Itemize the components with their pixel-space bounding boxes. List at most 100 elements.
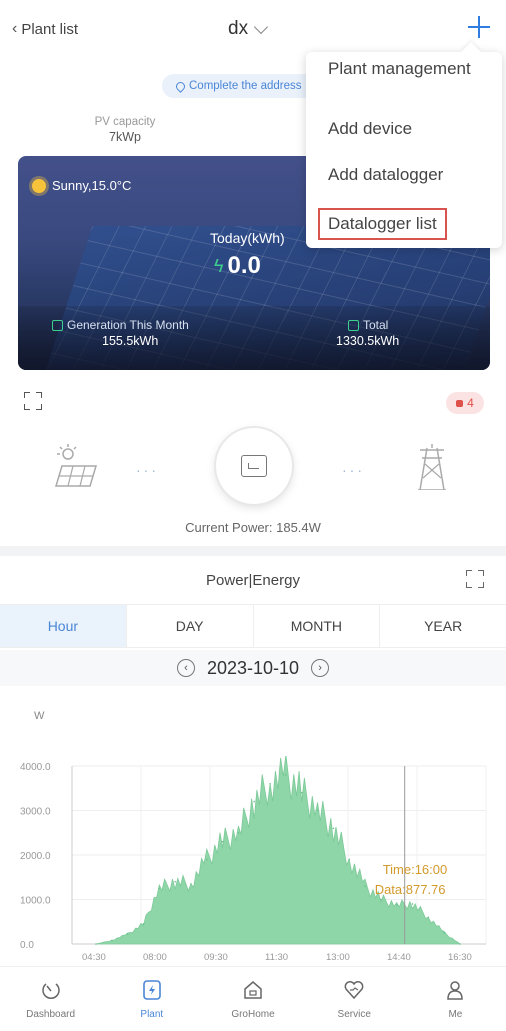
- solar-panel-icon: [54, 444, 98, 487]
- data-point: [126, 933, 129, 936]
- weather: Sunny,15.0°C: [32, 178, 131, 193]
- menu-item-add-device[interactable]: Add device: [328, 118, 412, 140]
- data-point: [221, 840, 224, 843]
- flow-dots-right: ···: [342, 462, 365, 478]
- bolt-icon: ϟ: [214, 255, 224, 276]
- tooltip-value: Data:877.76: [375, 882, 446, 897]
- menu-item-add-datalogger[interactable]: Add datalogger: [328, 164, 443, 186]
- home-icon: [244, 980, 262, 999]
- plant-selector[interactable]: dx: [228, 18, 269, 40]
- data-point: [380, 898, 382, 901]
- next-date-button[interactable]: ›: [311, 659, 330, 677]
- month-generation-label: Generation This Month: [52, 318, 189, 332]
- month-generation-value: 155.5kWh: [102, 334, 159, 348]
- chart-unit-label: W: [34, 710, 45, 722]
- menu-item-datalogger-list[interactable]: Datalogger list: [318, 208, 447, 240]
- expand-icon[interactable]: [24, 392, 42, 410]
- data-point: [332, 827, 335, 830]
- tooltip-time: Time:16:00: [383, 862, 448, 877]
- selected-date[interactable]: 2023-10-10: [207, 658, 299, 679]
- plant-name: dx: [228, 18, 249, 39]
- data-point: [111, 939, 113, 942]
- roof-shade: [18, 306, 490, 370]
- y-tick-label: 0.0: [20, 940, 34, 951]
- dashboard-icon: [41, 982, 60, 999]
- x-tick-label: 04:30: [82, 952, 106, 963]
- today-value-text: 0.0: [227, 252, 261, 279]
- y-tick-label: 4000.0: [20, 762, 51, 773]
- tab-day[interactable]: DAY: [127, 605, 254, 647]
- section-divider: [0, 546, 506, 556]
- sun-icon: [32, 178, 46, 193]
- area-series: [95, 756, 462, 945]
- pv-capacity-label: PV capacity: [94, 116, 156, 128]
- nav-plant[interactable]: Plant: [101, 967, 202, 1031]
- data-point: [395, 904, 398, 906]
- nav-label: GroHome: [231, 1008, 275, 1020]
- data-point: [459, 943, 461, 945]
- period-tabs: Hour DAY MONTH YEAR: [0, 604, 506, 648]
- alarm-icon: [456, 399, 464, 407]
- y-tick-label: 1000.0: [20, 896, 51, 907]
- data-point: [95, 943, 97, 945]
- data-point: [364, 885, 366, 887]
- nav-service[interactable]: Service: [304, 967, 405, 1031]
- inverter-icon: [241, 455, 267, 477]
- pv-capacity-value: 7kWp: [109, 130, 141, 144]
- menu-item-plant-management[interactable]: Plant management: [328, 58, 488, 80]
- x-tick-label: 13:00: [326, 952, 350, 963]
- data-point: [316, 809, 319, 812]
- nav-label: Dashboard: [26, 1008, 76, 1020]
- alarm-badge[interactable]: 4: [446, 392, 484, 414]
- bottom-nav: Dashboard Plant GroHome Service Me: [0, 966, 506, 1031]
- tab-hour[interactable]: Hour: [0, 605, 127, 647]
- chart-expand-icon[interactable]: [466, 570, 484, 588]
- back-label: Plant list: [21, 20, 79, 38]
- data-point: [411, 903, 414, 905]
- alarm-count: 4: [467, 396, 474, 410]
- data-point: [300, 791, 303, 794]
- data-point: [142, 923, 145, 925]
- data-point: [285, 774, 287, 776]
- plus-icon[interactable]: [466, 14, 492, 40]
- total-icon: [348, 319, 359, 331]
- nav-grohome[interactable]: GroHome: [202, 967, 303, 1031]
- tab-month[interactable]: MONTH: [254, 605, 381, 647]
- address-pill-text: Complete the address: [189, 80, 302, 92]
- prev-date-button[interactable]: ‹: [176, 659, 195, 677]
- data-point: [205, 858, 208, 861]
- data-point: [427, 916, 430, 919]
- data-point: [443, 932, 445, 934]
- data-point: [190, 883, 192, 885]
- tab-year[interactable]: YEAR: [380, 605, 506, 647]
- nav-me[interactable]: Me: [405, 967, 506, 1031]
- x-tick-label: 11:30: [265, 952, 288, 963]
- nav-dashboard[interactable]: Dashboard: [0, 967, 101, 1031]
- today-label: Today(kWh): [210, 230, 285, 246]
- current-power: Current Power: 185.4W: [185, 520, 321, 535]
- grid-tower-icon: [418, 444, 446, 490]
- plant-icon: [142, 979, 161, 1000]
- x-tick-label: 14:40: [387, 952, 411, 963]
- data-point: [253, 800, 256, 803]
- data-point: [158, 887, 161, 890]
- location-pin-icon: [174, 79, 187, 93]
- y-tick-label: 2000.0: [20, 851, 51, 862]
- total-label-text: Total: [363, 318, 389, 332]
- today-value: ϟ 0.0: [214, 252, 261, 280]
- date-selector: ‹ 2023-10-10 ›: [0, 650, 506, 686]
- chevron-left-icon: ‹: [12, 20, 18, 37]
- weather-text: Sunny,15.0°C: [52, 178, 132, 193]
- back-button[interactable]: ‹ Plant list: [12, 20, 78, 38]
- data-point: [269, 783, 271, 785]
- inverter-button[interactable]: [216, 428, 292, 504]
- calendar-icon: [52, 319, 63, 331]
- flow-dots-left: ···: [136, 462, 159, 478]
- user-icon: [447, 980, 464, 1000]
- power-chart[interactable]: 4000.0 3000.0 2000.0 1000.0 0.0 04:30 08:00 09:…: [0, 756, 506, 966]
- month-label-text: Generation This Month: [67, 318, 189, 332]
- x-tick-label: 16:30: [448, 952, 472, 963]
- top-bar: ‹ Plant list dx: [0, 0, 506, 58]
- data-point: [174, 880, 176, 883]
- x-tick-label: 09:30: [204, 952, 228, 963]
